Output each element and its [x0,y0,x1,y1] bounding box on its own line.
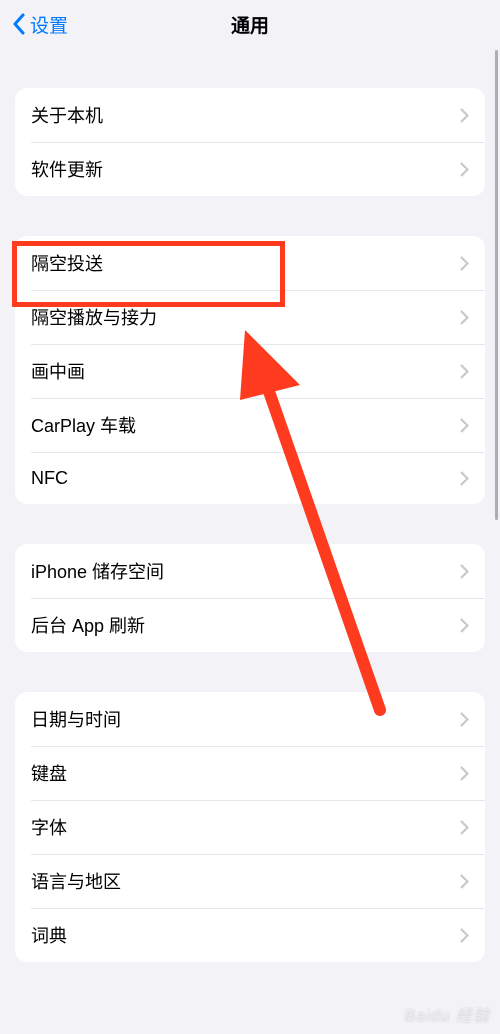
row-airdrop[interactable]: 隔空投送 [15,236,485,290]
settings-group-0: 关于本机 软件更新 [15,88,485,196]
row-label: 画中画 [31,358,85,384]
row-date-time[interactable]: 日期与时间 [15,692,485,746]
chevron-right-icon [460,108,469,123]
settings-group-2: iPhone 储存空间 后台 App 刷新 [15,544,485,652]
row-dictionary[interactable]: 词典 [15,908,485,962]
row-airplay-handoff[interactable]: 隔空播放与接力 [15,290,485,344]
row-label: iPhone 储存空间 [31,558,164,584]
row-fonts[interactable]: 字体 [15,800,485,854]
row-label: 隔空投送 [31,250,103,276]
row-nfc[interactable]: NFC [15,452,485,504]
settings-content: 关于本机 软件更新 隔空投送 隔空播放与接力 画中画 CarPlay 车载 NF… [0,88,500,962]
row-software-update[interactable]: 软件更新 [15,142,485,196]
chevron-right-icon [460,256,469,271]
page-title: 通用 [231,11,269,38]
chevron-right-icon [460,471,469,486]
back-label: 设置 [30,11,68,38]
chevron-left-icon [12,13,26,35]
row-label: 后台 App 刷新 [31,612,145,638]
chevron-right-icon [460,766,469,781]
chevron-right-icon [460,618,469,633]
row-background-refresh[interactable]: 后台 App 刷新 [15,598,485,652]
scroll-indicator[interactable] [495,50,498,520]
row-carplay[interactable]: CarPlay 车载 [15,398,485,452]
chevron-right-icon [460,820,469,835]
row-about[interactable]: 关于本机 [15,88,485,142]
row-label: 词典 [31,922,67,948]
row-label: 语言与地区 [31,868,121,894]
row-label: 关于本机 [31,102,103,128]
settings-group-3: 日期与时间 键盘 字体 语言与地区 词典 [15,692,485,962]
back-button[interactable]: 设置 [12,11,68,38]
row-iphone-storage[interactable]: iPhone 储存空间 [15,544,485,598]
row-label: 日期与时间 [31,706,121,732]
row-label: NFC [31,468,68,489]
row-label: 字体 [31,814,67,840]
chevron-right-icon [460,418,469,433]
row-label: 软件更新 [31,156,103,182]
row-pip[interactable]: 画中画 [15,344,485,398]
chevron-right-icon [460,928,469,943]
watermark: Baidu 经验 [405,1002,490,1026]
chevron-right-icon [460,162,469,177]
chevron-right-icon [460,874,469,889]
row-label: CarPlay 车载 [31,412,136,438]
chevron-right-icon [460,364,469,379]
settings-group-1: 隔空投送 隔空播放与接力 画中画 CarPlay 车载 NFC [15,236,485,504]
row-language-region[interactable]: 语言与地区 [15,854,485,908]
row-keyboard[interactable]: 键盘 [15,746,485,800]
chevron-right-icon [460,564,469,579]
chevron-right-icon [460,310,469,325]
row-label: 隔空播放与接力 [31,304,157,330]
nav-header: 设置 通用 [0,0,500,48]
chevron-right-icon [460,712,469,727]
row-label: 键盘 [31,760,67,786]
